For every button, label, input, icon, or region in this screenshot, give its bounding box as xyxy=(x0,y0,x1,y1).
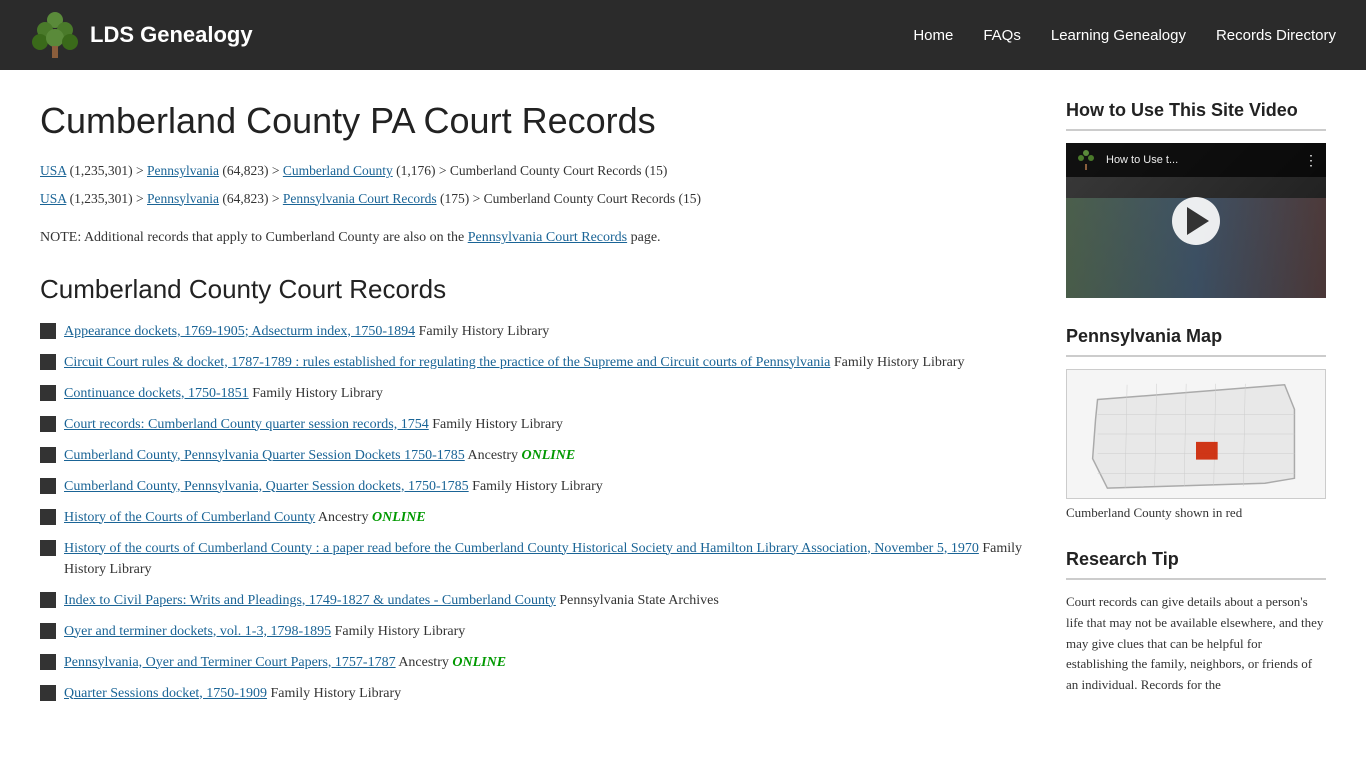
bullet-icon xyxy=(40,623,56,639)
record-link[interactable]: History of the courts of Cumberland Coun… xyxy=(64,541,979,556)
record-source: Ancestry xyxy=(465,448,522,463)
bullet-icon xyxy=(40,416,56,432)
list-item: Quarter Sessions docket, 1750-1909 Famil… xyxy=(40,683,1026,704)
bullet-icon xyxy=(40,385,56,401)
bullet-icon xyxy=(40,478,56,494)
record-source: Ancestry xyxy=(315,510,372,525)
record-link[interactable]: Oyer and terminer dockets, vol. 1-3, 179… xyxy=(64,624,331,639)
list-item: History of the Courts of Cumberland Coun… xyxy=(40,507,1026,528)
sidebar: How to Use This Site Video xyxy=(1066,100,1326,724)
record-source: Family History Library xyxy=(249,386,383,401)
note-block: NOTE: Additional records that apply to C… xyxy=(40,227,1026,249)
logo-area[interactable]: LDS Genealogy xyxy=(30,10,253,60)
bc1-usa[interactable]: USA xyxy=(40,163,66,178)
pa-map xyxy=(1066,369,1326,499)
record-link[interactable]: Appearance dockets, 1769-1905; Adsecturm… xyxy=(64,324,415,339)
map-section-title: Pennsylvania Map xyxy=(1066,326,1326,347)
tip-divider xyxy=(1066,578,1326,580)
record-source: Family History Library xyxy=(267,686,401,701)
bullet-icon xyxy=(40,685,56,701)
list-item: Cumberland County, Pennsylvania, Quarter… xyxy=(40,476,1026,497)
bullet-icon xyxy=(40,354,56,370)
research-tip-text: Court records can give details about a p… xyxy=(1066,592,1326,696)
bc2-usa[interactable]: USA xyxy=(40,191,66,206)
online-badge: ONLINE xyxy=(372,510,426,525)
record-link[interactable]: Cumberland County, Pennsylvania Quarter … xyxy=(64,448,465,463)
record-source: Family History Library xyxy=(331,624,465,639)
pa-court-records-link[interactable]: Pennsylvania Court Records xyxy=(468,230,627,245)
map-divider xyxy=(1066,355,1326,357)
list-item: Oyer and terminer dockets, vol. 1-3, 179… xyxy=(40,621,1026,642)
video-logo-icon xyxy=(1074,148,1098,172)
record-source: Family History Library xyxy=(830,355,964,370)
bc2-pa-court[interactable]: Pennsylvania Court Records xyxy=(283,191,437,206)
record-source: Family History Library xyxy=(415,324,549,339)
list-item: Appearance dockets, 1769-1905; Adsecturm… xyxy=(40,321,1026,342)
bullet-icon xyxy=(40,509,56,525)
list-item: Cumberland County, Pennsylvania Quarter … xyxy=(40,445,1026,466)
map-caption: Cumberland County shown in red xyxy=(1066,505,1326,521)
record-source: Pennsylvania State Archives xyxy=(556,593,719,608)
section-title: Cumberland County Court Records xyxy=(40,274,1026,305)
record-link[interactable]: History of the Courts of Cumberland Coun… xyxy=(64,510,315,525)
records-list: Appearance dockets, 1769-1905; Adsecturm… xyxy=(40,321,1026,704)
nav-records-dir[interactable]: Records Directory xyxy=(1216,27,1336,44)
main-content: Cumberland County PA Court Records USA (… xyxy=(40,100,1026,724)
video-divider xyxy=(1066,129,1326,131)
breadcrumb-2: USA (1,235,301) > Pennsylvania (64,823) … xyxy=(40,188,1026,210)
list-item: History of the courts of Cumberland Coun… xyxy=(40,538,1026,580)
record-link[interactable]: Court records: Cumberland County quarter… xyxy=(64,417,429,432)
bullet-icon xyxy=(40,323,56,339)
video-thumbnail[interactable]: How to Use t... ⋮ xyxy=(1066,143,1326,298)
logo-tree-icon xyxy=(30,10,80,60)
bc1-cumberland[interactable]: Cumberland County xyxy=(283,163,393,178)
list-item: Index to Civil Papers: Writs and Pleadin… xyxy=(40,590,1026,611)
logo-text: LDS Genealogy xyxy=(90,22,253,48)
video-options-icon[interactable]: ⋮ xyxy=(1304,152,1318,169)
bullet-icon xyxy=(40,447,56,463)
map-section: Pennsylvania Map xyxy=(1066,326,1326,521)
play-button[interactable] xyxy=(1172,197,1220,245)
video-top-bar: How to Use t... ⋮ xyxy=(1066,143,1326,177)
bullet-icon xyxy=(40,540,56,556)
page-title: Cumberland County PA Court Records xyxy=(40,100,1026,142)
pa-map-svg xyxy=(1067,370,1325,498)
bc2-pennsylvania[interactable]: Pennsylvania xyxy=(147,191,219,206)
online-badge: ONLINE xyxy=(522,448,576,463)
record-source: Family History Library xyxy=(429,417,563,432)
record-link[interactable]: Index to Civil Papers: Writs and Pleadin… xyxy=(64,593,556,608)
record-link[interactable]: Pennsylvania, Oyer and Terminer Court Pa… xyxy=(64,655,396,670)
research-tip-section: Research Tip Court records can give deta… xyxy=(1066,549,1326,696)
bc1-pennsylvania[interactable]: Pennsylvania xyxy=(147,163,219,178)
record-link[interactable]: Continuance dockets, 1750-1851 xyxy=(64,386,249,401)
nav-learning[interactable]: Learning Genealogy xyxy=(1051,27,1186,44)
nav-home[interactable]: Home xyxy=(913,27,953,44)
bullet-icon xyxy=(40,592,56,608)
research-tip-title: Research Tip xyxy=(1066,549,1326,570)
video-section: How to Use This Site Video xyxy=(1066,100,1326,298)
bullet-icon xyxy=(40,654,56,670)
list-item: Circuit Court rules & docket, 1787-1789 … xyxy=(40,352,1026,373)
video-section-title: How to Use This Site Video xyxy=(1066,100,1326,121)
record-source: Ancestry xyxy=(396,655,453,670)
record-link[interactable]: Cumberland County, Pennsylvania, Quarter… xyxy=(64,479,469,494)
list-item: Continuance dockets, 1750-1851 Family Hi… xyxy=(40,383,1026,404)
list-item: Pennsylvania, Oyer and Terminer Court Pa… xyxy=(40,652,1026,673)
online-badge: ONLINE xyxy=(452,655,506,670)
main-nav: Home FAQs Learning Genealogy Records Dir… xyxy=(913,27,1336,44)
play-icon xyxy=(1187,207,1209,235)
breadcrumb-1: USA (1,235,301) > Pennsylvania (64,823) … xyxy=(40,160,1026,182)
list-item: Court records: Cumberland County quarter… xyxy=(40,414,1026,435)
record-link[interactable]: Quarter Sessions docket, 1750-1909 xyxy=(64,686,267,701)
record-source: Family History Library xyxy=(469,479,603,494)
record-link[interactable]: Circuit Court rules & docket, 1787-1789 … xyxy=(64,355,830,370)
nav-faqs[interactable]: FAQs xyxy=(983,27,1021,44)
video-title-text: How to Use t... xyxy=(1106,154,1178,166)
